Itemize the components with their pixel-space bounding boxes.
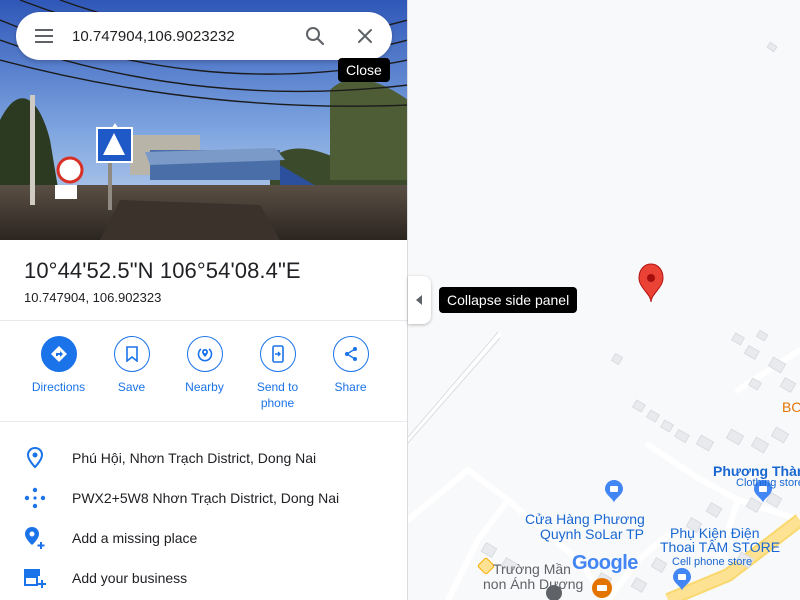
share-label: Share <box>334 380 367 394</box>
save-button[interactable]: Save <box>95 336 168 411</box>
add-business-row[interactable]: Add your business <box>0 558 407 598</box>
plus-code-icon <box>0 486 72 510</box>
close-button[interactable] <box>340 12 390 60</box>
food-poi-icon[interactable] <box>592 578 612 598</box>
maps-app: BO Phương Thành Clothing store Cửa Hàng … <box>0 0 800 600</box>
close-icon <box>358 29 372 43</box>
caret-left-icon <box>415 295 422 305</box>
address-row[interactable]: Phú Hội, Nhơn Trạch District, Dong Nai <box>0 438 407 478</box>
search-button[interactable] <box>290 12 340 60</box>
add-business-icon <box>0 567 72 589</box>
share-icon <box>332 336 369 372</box>
address-text: Phú Hội, Nhơn Trạch District, Dong Nai <box>72 450 317 466</box>
side-panel: Close 10°44'52.5"N 106°54'08.4"E 10.7479… <box>0 0 408 600</box>
nearby-label: Nearby <box>185 380 224 394</box>
bookmark-icon <box>113 336 150 372</box>
menu-button[interactable] <box>16 12 72 60</box>
divider <box>0 421 407 422</box>
map-label-cua-hang-line2[interactable]: Quynh SoLar TP <box>540 527 644 542</box>
action-buttons: Directions Save Nearby Send to phone Sha… <box>22 336 392 411</box>
place-title: 10°44'52.5"N 106°54'08.4"E <box>24 258 301 283</box>
nearby-icon <box>186 336 223 372</box>
add-missing-place-row[interactable]: Add a missing place <box>0 518 407 558</box>
plus-code-text: PWX2+5W8 Nhơn Trạch District, Dong Nai <box>72 490 340 506</box>
map-label-truong-line2[interactable]: non Ánh Dương <box>483 577 583 592</box>
directions-button[interactable]: Directions <box>22 336 95 411</box>
send-to-phone-button[interactable]: Send to phone <box>241 336 314 411</box>
map-label-truong-line1[interactable]: Trường Mần <box>493 562 571 577</box>
map-label-cell-phone-store: Cell phone store <box>672 556 753 568</box>
share-button[interactable]: Share <box>314 336 387 411</box>
divider <box>0 320 407 321</box>
save-label: Save <box>117 380 146 394</box>
close-tooltip: Close <box>338 58 390 82</box>
map-label-bo[interactable]: BO <box>782 400 800 415</box>
collapse-panel-tooltip: Collapse side panel <box>439 287 578 313</box>
add-location-icon <box>0 526 72 550</box>
location-pin-outline-icon <box>0 447 72 469</box>
collapse-panel-button[interactable] <box>408 276 431 324</box>
place-decimal-coordinates: 10.747904, 106.902323 <box>24 290 162 305</box>
hamburger-menu-icon <box>35 29 53 43</box>
directions-icon <box>40 336 77 372</box>
plus-code-row[interactable]: PWX2+5W8 Nhơn Trạch District, Dong Nai <box>0 478 407 518</box>
search-bar <box>16 12 392 60</box>
map-label-clothing-store: Clothing store <box>736 477 800 489</box>
map-label-phu-kien-line2[interactable]: Thoai TÂM STORE <box>660 540 780 555</box>
nearby-button[interactable]: Nearby <box>168 336 241 411</box>
send-to-phone-label: Send to phone <box>256 380 299 410</box>
add-missing-place-text: Add a missing place <box>72 530 198 546</box>
send-to-phone-icon <box>259 336 296 372</box>
search-icon <box>306 27 325 46</box>
add-business-text: Add your business <box>72 570 188 586</box>
search-input[interactable] <box>72 27 290 45</box>
google-logo: Google <box>572 552 638 574</box>
map-label-cua-hang-line1[interactable]: Cửa Hàng Phương <box>525 512 645 527</box>
directions-label: Directions <box>31 380 86 394</box>
